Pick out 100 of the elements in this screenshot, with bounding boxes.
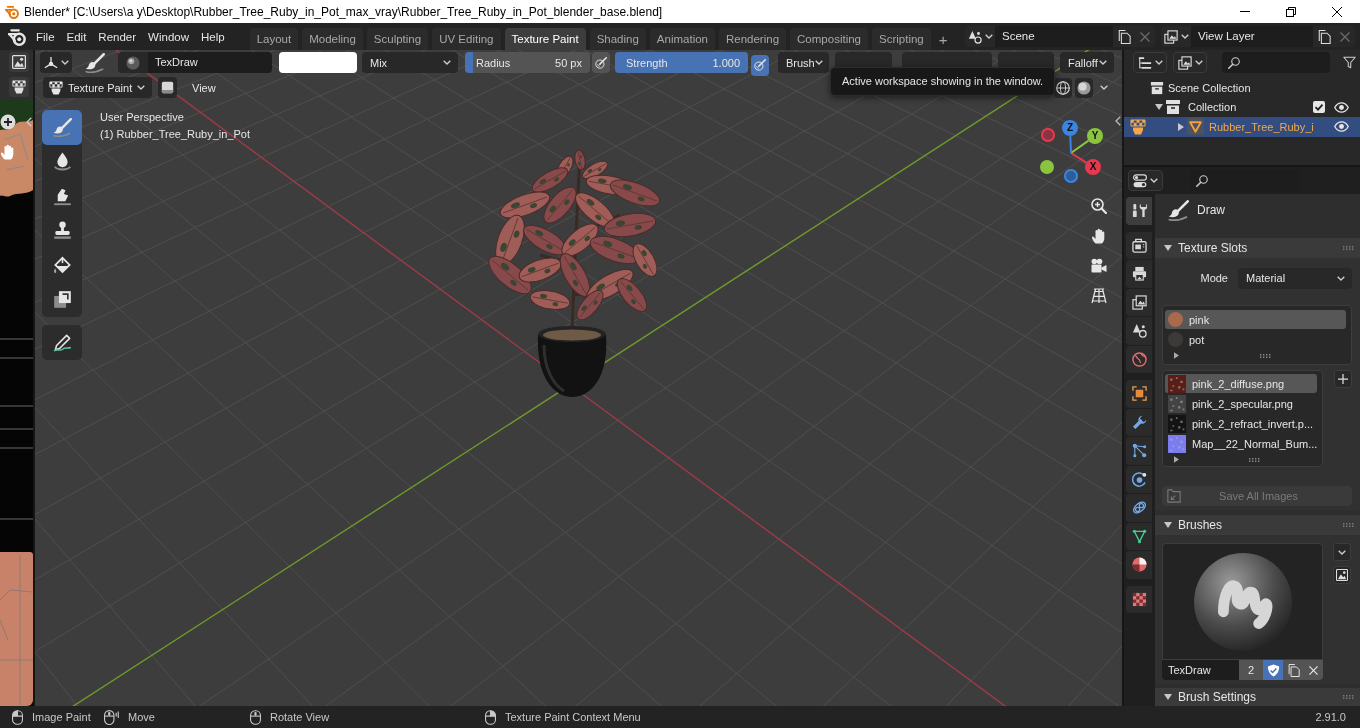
- app-logo-icon[interactable]: [8, 27, 26, 46]
- workspace-tab[interactable]: Shading: [589, 28, 646, 50]
- list-item[interactable]: pot: [1165, 330, 1346, 349]
- view-layer-name-field[interactable]: View Layer: [1191, 26, 1313, 47]
- duplicate-button[interactable]: [1283, 660, 1303, 680]
- workspace-tab[interactable]: Layout: [249, 28, 299, 50]
- hand-icon[interactable]: [0, 144, 16, 160]
- mode-dropdown[interactable]: Material: [1238, 267, 1352, 289]
- axis-dot-button[interactable]: [1041, 128, 1055, 142]
- menu-item[interactable]: Render: [92, 26, 143, 47]
- scene-name-field[interactable]: Scene: [995, 26, 1113, 47]
- solid-shading-button[interactable]: [1075, 77, 1093, 98]
- pressure-toggle[interactable]: [751, 54, 769, 76]
- list-item[interactable]: pink_2_refract_invert.p...: [1165, 414, 1317, 433]
- mode-button[interactable]: [9, 77, 29, 97]
- properties-tab[interactable]: [1126, 465, 1152, 493]
- properties-tab[interactable]: [1126, 317, 1152, 345]
- triangle-mesh-icon: [1131, 528, 1147, 544]
- radius-slider[interactable]: Radius 50 px: [465, 52, 590, 73]
- workspace-tab[interactable]: Animation: [649, 28, 715, 50]
- expand-arrow-icon[interactable]: [1174, 352, 1179, 359]
- properties-tab[interactable]: [1126, 522, 1152, 550]
- outliner-row[interactable]: Scene Collection: [1124, 78, 1360, 98]
- menu-item[interactable]: Edit: [60, 26, 93, 47]
- outliner-row[interactable]: Collection: [1124, 97, 1360, 117]
- editor-type-button[interactable]: [40, 52, 72, 73]
- expand-arrow-icon[interactable]: [1174, 456, 1179, 463]
- workspace-tab[interactable]: UV Editing: [432, 28, 501, 50]
- fake-user-button[interactable]: [1263, 660, 1283, 680]
- menu-item[interactable]: File: [30, 26, 61, 47]
- list-item[interactable]: pink_2_specular.png: [1165, 394, 1317, 413]
- menu-item[interactable]: Help: [195, 26, 231, 47]
- tool-button[interactable]: [42, 325, 82, 360]
- properties-tab[interactable]: [1126, 437, 1152, 465]
- brush-menu[interactable]: Brush: [778, 52, 829, 73]
- workspace-tab[interactable]: Modeling: [302, 28, 363, 50]
- unlink-button[interactable]: [1303, 660, 1323, 680]
- chevron-left-icon[interactable]: [1115, 116, 1121, 126]
- outliner-row[interactable]: Rubber_Tree_Ruby_i: [1124, 117, 1360, 137]
- chevron-left-icon[interactable]: [26, 117, 32, 127]
- list-item[interactable]: Map__22_Normal_Bum...: [1165, 434, 1317, 453]
- brush-browse-button[interactable]: [118, 52, 148, 73]
- mode-dropdown[interactable]: Texture Paint: [43, 77, 152, 98]
- wireframe-shading-button[interactable]: [1054, 77, 1072, 98]
- workspace-tab[interactable]: Sculpting: [366, 28, 429, 50]
- zoom-in-icon[interactable]: [0, 114, 16, 130]
- axis-button[interactable]: Y: [1087, 128, 1103, 144]
- properties-tab[interactable]: [1126, 197, 1152, 225]
- add-workspace-button[interactable]: +: [934, 28, 952, 50]
- editor-type-button[interactable]: [1133, 52, 1167, 73]
- checkbox[interactable]: [1313, 101, 1325, 114]
- editor-type-button[interactable]: [9, 52, 29, 72]
- axis-button[interactable]: X: [1085, 159, 1101, 175]
- workspace-tab[interactable]: Texture Paint: [504, 28, 586, 50]
- list-item[interactable]: pink: [1165, 310, 1346, 329]
- expanded-arrow-icon[interactable]: [1155, 104, 1163, 111]
- falloff-menu[interactable]: Falloff: [1060, 52, 1114, 73]
- grip-icon[interactable]: [1260, 353, 1271, 358]
- brush-menu-button[interactable]: [1333, 543, 1351, 561]
- axis-dot-button[interactable]: [1064, 169, 1078, 183]
- brush-name-field[interactable]: TexDraw: [1162, 660, 1239, 680]
- axis-button[interactable]: Z: [1062, 120, 1078, 136]
- view-menu[interactable]: View: [185, 77, 223, 98]
- wrench-icon: [1131, 414, 1147, 430]
- workspace-tab[interactable]: Rendering: [719, 28, 787, 50]
- properties-tab[interactable]: [1126, 231, 1152, 259]
- eye-icon[interactable]: [1334, 99, 1349, 115]
- properties-tab[interactable]: [1126, 494, 1152, 522]
- axis-dot-button[interactable]: [1040, 160, 1054, 174]
- add-image-button[interactable]: [1334, 370, 1352, 388]
- search-field[interactable]: [1222, 52, 1330, 73]
- collapsed-arrow-icon[interactable]: [1178, 122, 1184, 131]
- brush-name-field[interactable]: TexDraw: [148, 52, 272, 73]
- filter-icon[interactable]: [1343, 56, 1356, 69]
- tool-button[interactable]: [42, 110, 82, 145]
- properties-tab[interactable]: [1126, 288, 1152, 316]
- panel-header[interactable]: Brush Settings: [1155, 688, 1360, 706]
- editor-type-button[interactable]: [1128, 170, 1163, 191]
- brush-preview-panel[interactable]: [1162, 543, 1323, 660]
- properties-tab[interactable]: [1126, 585, 1152, 613]
- properties-tab[interactable]: [1126, 551, 1152, 579]
- workspace-tab[interactable]: Compositing: [790, 28, 868, 50]
- color-field[interactable]: [279, 52, 357, 73]
- panel-header[interactable]: Brushes: [1155, 515, 1360, 535]
- display-mode-button[interactable]: [1173, 52, 1207, 73]
- panel-header[interactable]: Texture Slots: [1155, 238, 1360, 258]
- hand-icon: [1091, 228, 1107, 244]
- eye-icon[interactable]: [1334, 119, 1349, 135]
- strength-slider[interactable]: Strength 1.000: [615, 52, 748, 73]
- menu-item[interactable]: Window: [142, 26, 195, 47]
- blend-dropdown[interactable]: Mix: [362, 52, 458, 73]
- workspace-tab[interactable]: Scripting: [872, 28, 931, 50]
- grip-icon[interactable]: [1249, 457, 1260, 462]
- list-item[interactable]: pink_2_diffuse.png: [1165, 374, 1317, 393]
- properties-tab[interactable]: [1126, 408, 1152, 436]
- properties-tab[interactable]: [1126, 380, 1152, 408]
- pressure-toggle[interactable]: [592, 52, 610, 73]
- properties-tab[interactable]: [1126, 260, 1152, 288]
- brush-image-button[interactable]: [1333, 566, 1351, 584]
- mask-toggle[interactable]: [158, 77, 177, 98]
